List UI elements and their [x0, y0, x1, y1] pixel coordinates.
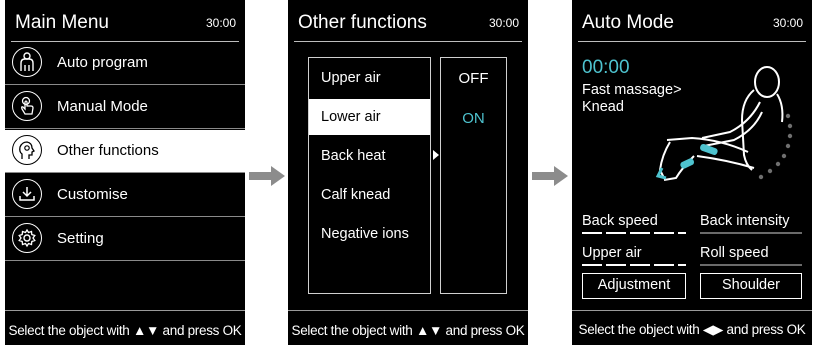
roll-speed-label[interactable]: Roll speed	[700, 245, 769, 261]
timer-clock: 30:00	[205, 16, 236, 30]
flow-arrow-icon	[249, 166, 285, 186]
option-calf-knead[interactable]: Calf knead	[309, 177, 430, 213]
instruction-hint: Select the object with ▲▼ and press OK	[288, 323, 528, 338]
divider	[288, 310, 528, 311]
divider	[294, 41, 522, 42]
instruction-hint: Select the object with ◀▶ and press OK	[572, 322, 812, 338]
hand-touch-icon	[12, 91, 42, 121]
pointer-triangle-icon	[433, 150, 439, 160]
option-lower-air[interactable]: Lower air	[309, 99, 430, 135]
screen-title: Auto Mode	[582, 12, 674, 33]
value-on[interactable]: ON	[441, 110, 506, 127]
value-list: OFF ON	[440, 57, 507, 294]
menu-item-other-functions[interactable]: Other functions	[5, 130, 245, 173]
shoulder-button[interactable]: Shoulder	[700, 273, 802, 299]
option-label: Lower air	[321, 109, 381, 125]
menu-item-label: Customise	[57, 186, 128, 203]
menu-item-auto-program[interactable]: Auto program	[5, 42, 245, 85]
hint-text: and press OK	[159, 323, 242, 338]
divider	[5, 310, 245, 311]
up-down-arrows-icon: ▲▼	[415, 323, 443, 338]
massage-chair-illustration	[655, 66, 793, 181]
head-profile-icon	[12, 135, 42, 165]
menu-item-customise[interactable]: Customise	[5, 174, 245, 217]
timer-clock: 30:00	[488, 16, 519, 30]
back-intensity-level-bar	[700, 232, 802, 234]
menu-item-label: Other functions	[57, 142, 159, 159]
auto-mode-screen: Auto Mode 30:00 00:00 Fast massage> Knea…	[572, 0, 812, 345]
main-menu-screen: Main Menu 30:00 Auto program Manual Mode…	[5, 0, 245, 345]
back-speed-level-bar	[582, 232, 686, 234]
back-speed-label[interactable]: Back speed	[582, 213, 658, 229]
elapsed-timer: 00:00	[582, 57, 630, 78]
menu-item-manual-mode[interactable]: Manual Mode	[5, 86, 245, 129]
option-negative-ions[interactable]: Negative ions	[309, 216, 430, 252]
screen-title: Other functions	[298, 12, 427, 33]
upper-air-label[interactable]: Upper air	[582, 245, 642, 261]
hint-text: Select the object with	[291, 323, 416, 338]
option-back-heat[interactable]: Back heat	[309, 138, 430, 174]
option-upper-air[interactable]: Upper air	[309, 60, 430, 96]
hint-text: and press OK	[723, 322, 806, 337]
hint-text: and press OK	[442, 323, 525, 338]
hint-text: Select the object with	[578, 322, 703, 337]
divider	[578, 41, 806, 42]
left-right-arrows-icon: ◀▶	[702, 322, 724, 337]
upper-air-level-bar	[582, 264, 686, 266]
option-label: Upper air	[321, 70, 381, 86]
screen-title: Main Menu	[15, 12, 109, 33]
flow-arrow-icon	[532, 166, 568, 186]
back-intensity-label[interactable]: Back intensity	[700, 213, 789, 229]
divider	[572, 310, 812, 311]
adjustment-button[interactable]: Adjustment	[582, 273, 686, 299]
menu-item-label: Auto program	[57, 54, 148, 71]
function-list: Upper air Lower air Back heat Calf knead…	[308, 57, 431, 294]
download-tray-icon	[12, 179, 42, 209]
menu-item-label: Manual Mode	[57, 98, 148, 115]
menu-item-label: Setting	[57, 230, 104, 247]
body-silhouette-icon	[12, 47, 42, 77]
menu-item-setting[interactable]: Setting	[5, 218, 245, 261]
timer-clock: 30:00	[772, 16, 803, 30]
gear-icon	[12, 223, 42, 253]
up-down-arrows-icon: ▲▼	[132, 323, 160, 338]
instruction-hint: Select the object with ▲▼ and press OK	[5, 323, 245, 338]
option-label: Negative ions	[321, 226, 409, 242]
value-off[interactable]: OFF	[441, 70, 506, 87]
hint-text: Select the object with	[8, 323, 133, 338]
option-label: Back heat	[321, 148, 386, 164]
roll-speed-level-bar	[700, 264, 802, 266]
option-label: Calf knead	[321, 187, 391, 203]
other-functions-screen: Other functions 30:00 Upper air Lower ai…	[288, 0, 528, 345]
